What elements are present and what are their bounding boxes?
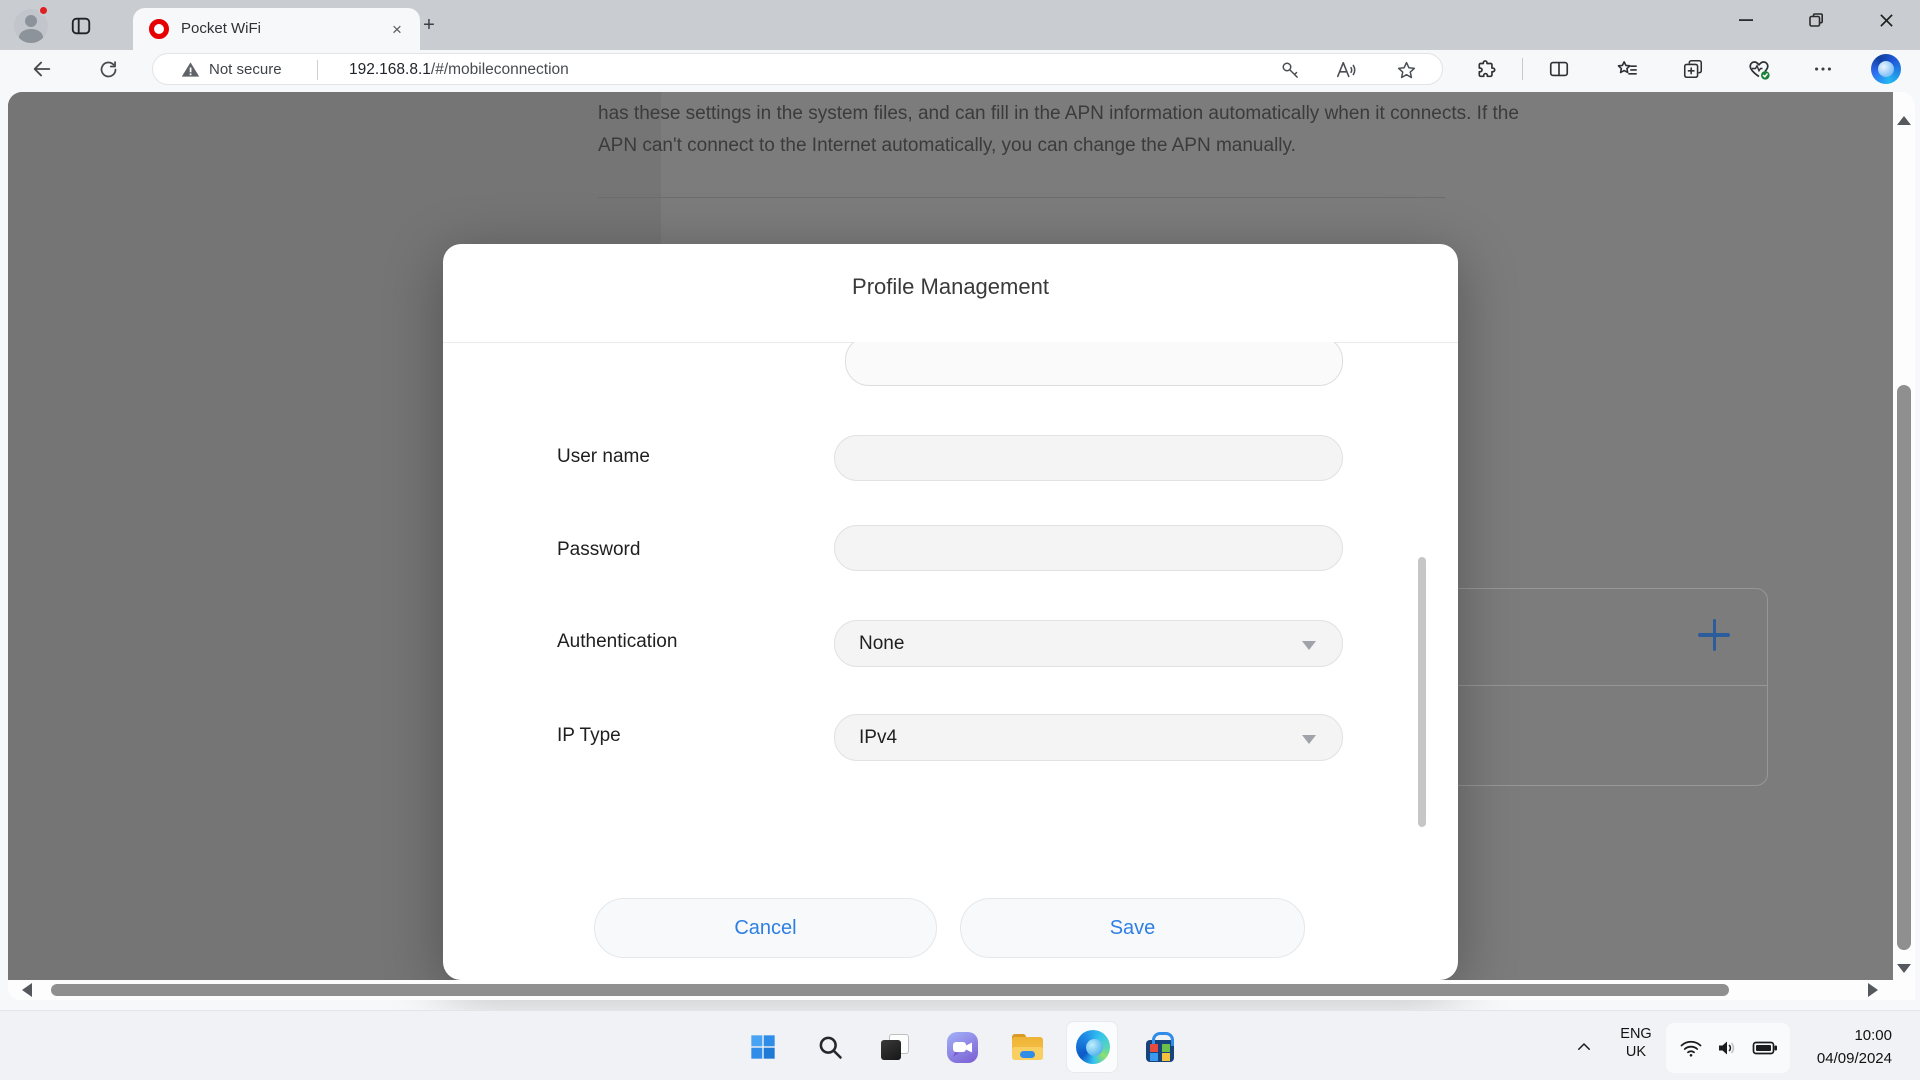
wifi-icon	[1679, 1036, 1703, 1060]
tab-workspaces-icon[interactable]	[66, 11, 96, 41]
iptype-label: IP Type	[557, 725, 621, 747]
save-button-label: Save	[1110, 917, 1156, 940]
clock-date: 04/09/2024	[1780, 1047, 1892, 1070]
chat-teams-icon[interactable]	[944, 1029, 980, 1065]
url-text: 192.168.8.1/#/mobileconnection	[349, 61, 569, 79]
browser-essentials-icon[interactable]	[1744, 54, 1774, 84]
address-separator	[317, 60, 318, 80]
url-host: 192.168.8.1	[349, 61, 431, 78]
file-explorer-icon[interactable]	[1009, 1029, 1045, 1065]
scroll-right-arrow-icon[interactable]	[1868, 983, 1878, 997]
refresh-button[interactable]	[93, 54, 123, 84]
vertical-scrollbar[interactable]	[1893, 92, 1915, 1000]
browser-toolbar: Not secure 192.168.8.1/#/mobileconnectio…	[0, 50, 1920, 88]
start-button[interactable]	[745, 1029, 781, 1065]
browser-viewport: has these settings in the system files, …	[0, 88, 1920, 1010]
chevron-down-icon	[1302, 735, 1316, 744]
microsoft-store-icon[interactable]	[1142, 1029, 1178, 1065]
favorites-list-icon[interactable]	[1612, 54, 1642, 84]
profile-notification-dot	[38, 5, 49, 16]
new-tab-button[interactable]: +	[417, 14, 441, 38]
avatar-body	[19, 29, 43, 43]
window-restore-button[interactable]	[1793, 0, 1839, 40]
scroll-down-arrow-icon[interactable]	[1897, 964, 1911, 973]
tab-close-icon[interactable]: ×	[385, 18, 409, 42]
collections-icon[interactable]	[1678, 54, 1708, 84]
store-tile-red	[1150, 1044, 1158, 1052]
profile-management-dialog: Profile Management User name Password Au…	[443, 244, 1458, 980]
language-line2: UK	[1612, 1043, 1660, 1061]
not-secure-warning-icon[interactable]	[175, 54, 205, 84]
windows-taskbar: ENG UK 10:00 04/09/2024	[0, 1010, 1920, 1080]
authentication-label: Authentication	[557, 631, 677, 653]
authentication-select[interactable]: None	[834, 620, 1343, 667]
scroll-up-arrow-icon[interactable]	[1897, 116, 1911, 125]
password-input[interactable]	[834, 525, 1343, 571]
folder-pocket	[1020, 1051, 1035, 1058]
save-button[interactable]: Save	[960, 898, 1305, 958]
edge-icon-center	[1086, 1039, 1103, 1056]
scroll-left-arrow-icon[interactable]	[22, 983, 32, 997]
search-icon[interactable]	[812, 1029, 848, 1065]
split-screen-icon[interactable]	[1544, 54, 1574, 84]
tab-title: Pocket WiFi	[181, 20, 261, 37]
apn-paragraph-line1: has these settings in the system files, …	[598, 103, 1519, 125]
clock-widget[interactable]: 10:00 04/09/2024	[1780, 1024, 1892, 1070]
desktop: Pocket WiFi × + N	[0, 0, 1920, 1080]
iptype-value: IPv4	[859, 727, 897, 749]
add-profile-icon-bar[interactable]	[1713, 619, 1717, 651]
browser-tab-pocket-wifi[interactable]: Pocket WiFi ×	[133, 8, 420, 50]
back-button[interactable]	[27, 54, 57, 84]
url-path: /#/mobileconnection	[431, 61, 569, 78]
chevron-down-icon	[1302, 641, 1316, 650]
favorite-star-icon[interactable]	[1391, 55, 1421, 85]
extensions-icon[interactable]	[1472, 54, 1502, 84]
window-close-button[interactable]	[1863, 0, 1909, 40]
copilot-icon-center	[1878, 61, 1894, 77]
dialog-body: User name Password Authentication None I…	[443, 342, 1458, 980]
security-status-label: Not secure	[209, 61, 282, 78]
volume-icon	[1715, 1036, 1739, 1060]
page-divider	[598, 197, 1445, 198]
store-tile-yellow	[1162, 1053, 1170, 1061]
password-key-icon[interactable]	[1275, 55, 1305, 85]
avatar-head	[25, 15, 37, 27]
vodafone-favicon-icon	[149, 19, 169, 39]
language-indicator[interactable]: ENG UK	[1612, 1025, 1660, 1061]
store-tile-blue	[1150, 1053, 1158, 1061]
dialog-title: Profile Management	[443, 274, 1458, 300]
tray-chevron-up-icon[interactable]	[1566, 1029, 1602, 1065]
cancel-button[interactable]: Cancel	[594, 898, 937, 958]
horizontal-scrollbar-thumb[interactable]	[51, 984, 1729, 996]
dialog-scrollbar-thumb[interactable]	[1418, 557, 1426, 827]
read-aloud-icon[interactable]	[1331, 55, 1361, 85]
horizontal-scrollbar[interactable]	[8, 980, 1915, 1000]
copilot-icon[interactable]	[1871, 54, 1901, 84]
browser-titlebar: Pocket WiFi × +	[0, 0, 1920, 50]
address-bar[interactable]: Not secure 192.168.8.1/#/mobileconnectio…	[152, 53, 1443, 85]
authentication-value: None	[859, 633, 904, 655]
clock-time: 10:00	[1780, 1024, 1892, 1047]
password-label: Password	[557, 539, 640, 561]
cancel-button-label: Cancel	[734, 917, 796, 940]
window-minimize-button[interactable]	[1723, 0, 1769, 40]
store-tile-green	[1162, 1044, 1170, 1052]
vertical-scrollbar-thumb[interactable]	[1897, 385, 1911, 950]
iptype-select[interactable]: IPv4	[834, 714, 1343, 761]
task-view-icon[interactable]	[877, 1029, 913, 1065]
apn-field-partial[interactable]	[845, 342, 1343, 386]
toolbar-separator	[1522, 58, 1523, 80]
edge-browser-icon[interactable]	[1075, 1029, 1111, 1065]
username-label: User name	[557, 446, 650, 468]
username-input[interactable]	[834, 435, 1343, 481]
apn-paragraph-line2: APN can't connect to the Internet automa…	[598, 135, 1296, 157]
language-line1: ENG	[1612, 1025, 1660, 1043]
system-tray-group[interactable]	[1666, 1023, 1790, 1073]
task-view-front-square	[881, 1040, 901, 1060]
settings-more-icon[interactable]	[1808, 54, 1838, 84]
battery-icon	[1752, 1036, 1778, 1060]
